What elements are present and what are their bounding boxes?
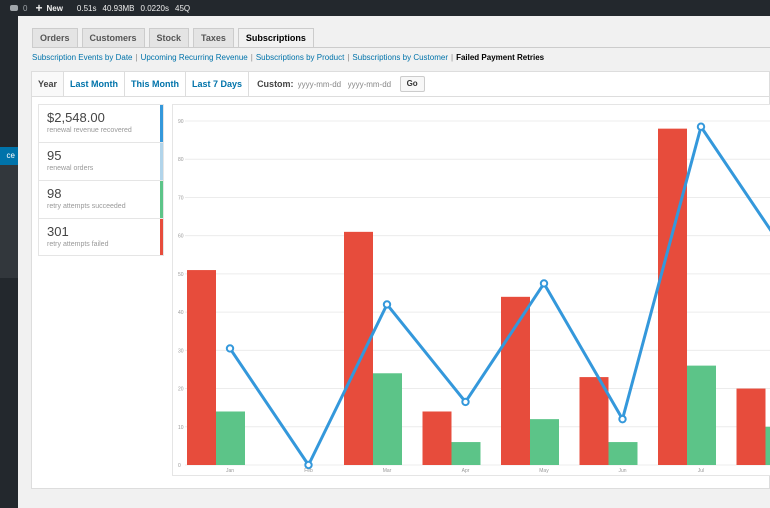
bar-failed	[736, 388, 766, 465]
range-tab-this-month[interactable]: This Month	[125, 72, 187, 96]
legend-item-renewal-orders[interactable]: 95 renewal orders	[38, 142, 164, 180]
sub-report-links: Subscription Events by Date | Upcoming Rec…	[32, 53, 544, 62]
plus-icon: +	[35, 1, 43, 15]
memory-usage: 40.93MB	[102, 3, 135, 13]
comments-menu[interactable]: 0	[10, 4, 27, 13]
go-button[interactable]: Go	[399, 76, 425, 92]
legend-label: retry attempts succeeded	[47, 203, 126, 210]
range-tab-last-month[interactable]: Last Month	[64, 72, 126, 96]
query-count: 45Q	[175, 3, 191, 13]
bar-succeeded	[530, 419, 559, 465]
report-nav-tabs: Orders Customers Stock Taxes Subscriptio…	[32, 28, 318, 48]
date-range-bar: Year Last Month This Month Last 7 Days C…	[31, 71, 770, 97]
x-tick-label: Jul	[698, 468, 704, 474]
admin-menu-current-label: ce	[6, 151, 15, 160]
date-to-input[interactable]	[347, 79, 394, 89]
y-tick-label: 70	[178, 195, 184, 201]
new-label: New	[46, 3, 63, 13]
current-report-label: Failed Payment Retries	[456, 53, 545, 62]
y-tick-label: 30	[178, 348, 184, 354]
x-tick-label: Jan	[226, 468, 234, 474]
y-tick-label: 0	[178, 463, 181, 469]
y-tick-label: 60	[178, 234, 184, 240]
legend-color-bar	[160, 105, 163, 142]
range-tab-year[interactable]: Year	[32, 72, 65, 96]
x-tick-label: Apr	[462, 468, 470, 474]
tab-taxes[interactable]: Taxes	[193, 28, 234, 48]
legend-label: renewal orders	[47, 165, 94, 172]
y-tick-label: 40	[178, 310, 184, 316]
link-upcoming-revenue[interactable]: Upcoming Recurring Revenue	[141, 53, 248, 62]
legend-amount: 301	[47, 224, 69, 239]
x-tick-label: Mar	[383, 468, 392, 474]
new-content-menu[interactable]: + New	[35, 1, 62, 15]
separator: |	[347, 53, 350, 62]
bar-failed	[344, 231, 373, 465]
y-tick-label: 90	[178, 119, 184, 125]
legend-item-revenue-recovered[interactable]: $2,548.00 renewal revenue recovered	[38, 104, 164, 142]
tab-orders[interactable]: Orders	[32, 28, 78, 48]
legend-amount: 95	[47, 148, 62, 163]
separator: |	[135, 53, 138, 62]
tab-customers[interactable]: Customers	[81, 28, 145, 48]
admin-submenu	[0, 162, 18, 278]
bar-succeeded	[608, 442, 638, 465]
legend-label: renewal revenue recovered	[47, 127, 132, 134]
custom-range: Custom: Go	[249, 72, 425, 96]
legend-item-retries-succeeded[interactable]: 98 retry attempts succeeded	[38, 180, 164, 218]
bar-failed	[501, 296, 530, 465]
tab-divider	[32, 47, 770, 48]
current-menu-arrow	[18, 147, 23, 157]
y-tick-label: 10	[178, 425, 184, 431]
bar-succeeded	[451, 442, 481, 465]
revenue-point	[461, 397, 470, 407]
y-tick-label: 50	[178, 272, 184, 278]
revenue-point	[696, 122, 706, 131]
custom-label: Custom:	[257, 79, 294, 89]
revenue-point	[618, 414, 627, 424]
admin-menu-current-item[interactable]: ce	[0, 147, 18, 165]
x-tick-label: Jun	[618, 468, 626, 474]
range-tab-last-7-days[interactable]: Last 7 Days	[186, 72, 250, 96]
tab-stock[interactable]: Stock	[148, 28, 190, 48]
bar-succeeded	[373, 373, 402, 465]
legend-amount: 98	[47, 186, 62, 201]
chart-legend: $2,548.00 renewal revenue recovered 95 r…	[38, 104, 164, 256]
link-subscriptions-by-product[interactable]: Subscriptions by Product	[256, 53, 345, 62]
admin-bar: 0 + New 0.51s 40.93MB 0.0220s 45Q	[0, 0, 770, 16]
link-subscriptions-by-customer[interactable]: Subscriptions by Customer	[352, 53, 448, 62]
legend-color-bar	[160, 181, 163, 218]
query-time: 0.0220s	[140, 3, 169, 13]
failed-retries-chart: 0 10 20 30 40 50 60 70 80 90 Jan Feb Mar Apr May Jun Jul	[178, 119, 770, 474]
revenue-point	[382, 300, 392, 309]
bar-failed	[187, 270, 216, 465]
bar-succeeded	[216, 411, 245, 465]
x-tick-label: May	[539, 468, 549, 474]
legend-amount: $2,548.00	[47, 110, 105, 125]
separator: |	[451, 53, 454, 62]
bar-succeeded	[687, 365, 716, 465]
tab-subscriptions[interactable]: Subscriptions	[237, 28, 314, 48]
separator: |	[250, 53, 253, 62]
y-tick-label: 20	[178, 387, 184, 393]
revenue-point	[225, 344, 235, 353]
legend-item-retries-failed[interactable]: 301 retry attempts failed	[38, 218, 164, 256]
query-monitor-stats[interactable]: 0.51s 40.93MB 0.0220s 45Q	[77, 4, 196, 13]
comment-icon	[10, 5, 18, 11]
chart-area: 0 10 20 30 40 50 60 70 80 90 Jan Feb Mar Apr May Jun Jul	[172, 104, 770, 476]
bar-failed	[422, 411, 452, 465]
x-tick-label: Feb	[304, 468, 313, 474]
bar-failed	[658, 128, 687, 465]
legend-color-bar	[160, 143, 163, 180]
y-tick-label: 80	[178, 157, 184, 163]
legend-label: retry attempts failed	[47, 241, 109, 248]
comments-count: 0	[23, 3, 28, 13]
legend-color-bar	[160, 219, 163, 255]
admin-menu: ce	[0, 16, 18, 508]
page-time: 0.51s	[76, 3, 97, 13]
link-subscription-events[interactable]: Subscription Events by Date	[32, 53, 133, 62]
revenue-point	[539, 279, 549, 288]
date-from-input[interactable]	[297, 79, 344, 89]
bar-succeeded	[765, 426, 770, 465]
